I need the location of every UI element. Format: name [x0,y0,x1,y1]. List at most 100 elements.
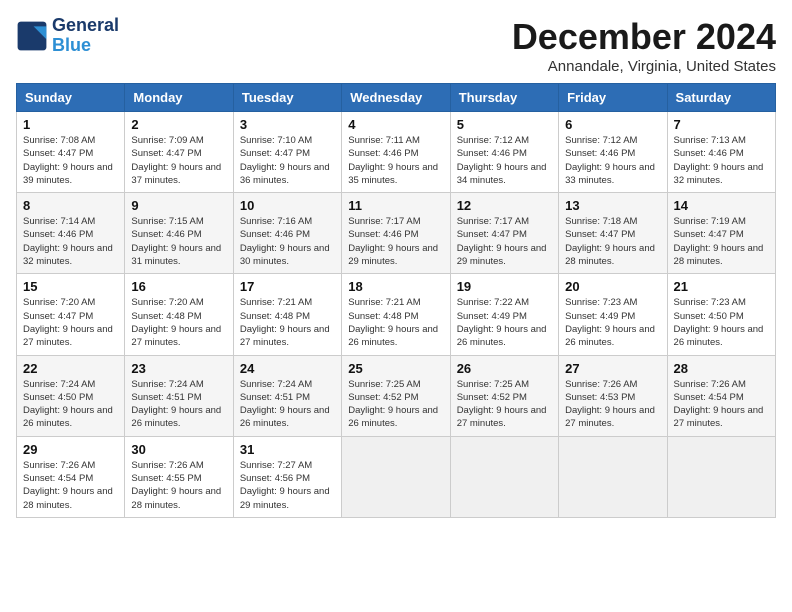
logo: General Blue [16,16,119,56]
calendar-body: 1 Sunrise: 7:08 AMSunset: 4:47 PMDaylight… [17,112,776,518]
column-header-friday: Friday [559,84,667,112]
day-number: 19 [457,279,552,294]
calendar-header-row: SundayMondayTuesdayWednesdayThursdayFrid… [17,84,776,112]
calendar-cell: 22 Sunrise: 7:24 AMSunset: 4:50 PMDayligh… [17,355,125,436]
day-info: Sunrise: 7:26 AMSunset: 4:54 PMDaylight:… [674,378,769,431]
day-number: 22 [23,361,118,376]
calendar-week-row: 1 Sunrise: 7:08 AMSunset: 4:47 PMDaylight… [17,112,776,193]
day-info: Sunrise: 7:08 AMSunset: 4:47 PMDaylight:… [23,134,118,187]
calendar-cell: 21Sunrise: 7:23 AMSunset: 4:50 PMDayligh… [667,274,775,355]
column-header-tuesday: Tuesday [233,84,341,112]
calendar-week-row: 22 Sunrise: 7:24 AMSunset: 4:50 PMDayligh… [17,355,776,436]
calendar-cell: 14 Sunrise: 7:19 AMSunset: 4:47 PMDayligh… [667,193,775,274]
day-info: Sunrise: 7:17 AMSunset: 4:47 PMDaylight:… [457,215,552,268]
calendar-cell: 24 Sunrise: 7:24 AMSunset: 4:51 PMDayligh… [233,355,341,436]
day-info: Sunrise: 7:25 AMSunset: 4:52 PMDaylight:… [457,378,552,431]
day-number: 26 [457,361,552,376]
calendar-cell: 3Sunrise: 7:10 AMSunset: 4:47 PMDaylight… [233,112,341,193]
day-info: Sunrise: 7:26 AMSunset: 4:54 PMDaylight:… [23,459,118,512]
day-info: Sunrise: 7:19 AMSunset: 4:47 PMDaylight:… [674,215,769,268]
day-number: 25 [348,361,443,376]
day-number: 17 [240,279,335,294]
day-info: Sunrise: 7:18 AMSunset: 4:47 PMDaylight:… [565,215,660,268]
day-info: Sunrise: 7:21 AMSunset: 4:48 PMDaylight:… [240,296,335,349]
column-header-monday: Monday [125,84,233,112]
day-number: 11 [348,198,443,213]
day-info: Sunrise: 7:24 AMSunset: 4:51 PMDaylight:… [240,378,335,431]
day-number: 27 [565,361,660,376]
logo-text: General Blue [52,16,119,56]
column-header-sunday: Sunday [17,84,125,112]
day-info: Sunrise: 7:14 AMSunset: 4:46 PMDaylight:… [23,215,118,268]
calendar-cell: 12 Sunrise: 7:17 AMSunset: 4:47 PMDayligh… [450,193,558,274]
column-header-thursday: Thursday [450,84,558,112]
month-title: December 2024 [512,16,776,58]
day-number: 15 [23,279,118,294]
calendar-cell: 31Sunrise: 7:27 AMSunset: 4:56 PMDayligh… [233,436,341,517]
day-number: 1 [23,117,118,132]
day-info: Sunrise: 7:20 AMSunset: 4:48 PMDaylight:… [131,296,226,349]
calendar-cell: 23 Sunrise: 7:24 AMSunset: 4:51 PMDayligh… [125,355,233,436]
calendar-cell: 11 Sunrise: 7:17 AMSunset: 4:46 PMDayligh… [342,193,450,274]
day-number: 28 [674,361,769,376]
calendar-cell: 9Sunrise: 7:15 AMSunset: 4:46 PMDaylight… [125,193,233,274]
day-info: Sunrise: 7:12 AMSunset: 4:46 PMDaylight:… [565,134,660,187]
day-number: 7 [674,117,769,132]
calendar-cell [559,436,667,517]
day-number: 14 [674,198,769,213]
day-info: Sunrise: 7:16 AMSunset: 4:46 PMDaylight:… [240,215,335,268]
calendar-cell: 4Sunrise: 7:11 AMSunset: 4:46 PMDaylight… [342,112,450,193]
day-info: Sunrise: 7:17 AMSunset: 4:46 PMDaylight:… [348,215,443,268]
day-info: Sunrise: 7:26 AMSunset: 4:53 PMDaylight:… [565,378,660,431]
day-info: Sunrise: 7:24 AMSunset: 4:50 PMDaylight:… [23,378,118,431]
calendar-cell: 20 Sunrise: 7:23 AMSunset: 4:49 PMDayligh… [559,274,667,355]
calendar-cell: 15 Sunrise: 7:20 AMSunset: 4:47 PMDayligh… [17,274,125,355]
day-number: 5 [457,117,552,132]
calendar-cell: 29 Sunrise: 7:26 AMSunset: 4:54 PMDayligh… [17,436,125,517]
calendar-cell: 28 Sunrise: 7:26 AMSunset: 4:54 PMDayligh… [667,355,775,436]
calendar-cell: 25 Sunrise: 7:25 AMSunset: 4:52 PMDayligh… [342,355,450,436]
day-info: Sunrise: 7:22 AMSunset: 4:49 PMDaylight:… [457,296,552,349]
day-info: Sunrise: 7:25 AMSunset: 4:52 PMDaylight:… [348,378,443,431]
calendar-cell: 8Sunrise: 7:14 AMSunset: 4:46 PMDaylight… [17,193,125,274]
calendar-cell: 13 Sunrise: 7:18 AMSunset: 4:47 PMDayligh… [559,193,667,274]
day-number: 23 [131,361,226,376]
day-info: Sunrise: 7:20 AMSunset: 4:47 PMDaylight:… [23,296,118,349]
day-number: 29 [23,442,118,457]
day-number: 31 [240,442,335,457]
logo-icon [16,20,48,52]
day-number: 30 [131,442,226,457]
calendar-cell: 30 Sunrise: 7:26 AMSunset: 4:55 PMDayligh… [125,436,233,517]
day-number: 21 [674,279,769,294]
day-info: Sunrise: 7:11 AMSunset: 4:46 PMDaylight:… [348,134,443,187]
day-info: Sunrise: 7:10 AMSunset: 4:47 PMDaylight:… [240,134,335,187]
day-number: 13 [565,198,660,213]
day-info: Sunrise: 7:21 AMSunset: 4:48 PMDaylight:… [348,296,443,349]
column-header-saturday: Saturday [667,84,775,112]
day-info: Sunrise: 7:23 AMSunset: 4:49 PMDaylight:… [565,296,660,349]
day-info: Sunrise: 7:24 AMSunset: 4:51 PMDaylight:… [131,378,226,431]
calendar-cell: 26 Sunrise: 7:25 AMSunset: 4:52 PMDayligh… [450,355,558,436]
calendar-cell: 7 Sunrise: 7:13 AMSunset: 4:46 PMDaylight… [667,112,775,193]
day-info: Sunrise: 7:13 AMSunset: 4:46 PMDaylight:… [674,134,769,187]
day-number: 10 [240,198,335,213]
calendar-cell: 5 Sunrise: 7:12 AMSunset: 4:46 PMDaylight… [450,112,558,193]
calendar-cell: 19 Sunrise: 7:22 AMSunset: 4:49 PMDayligh… [450,274,558,355]
day-number: 12 [457,198,552,213]
day-number: 20 [565,279,660,294]
calendar-cell: 17 Sunrise: 7:21 AMSunset: 4:48 PMDayligh… [233,274,341,355]
location: Annandale, Virginia, United States [512,58,776,75]
day-number: 24 [240,361,335,376]
calendar-cell: 1 Sunrise: 7:08 AMSunset: 4:47 PMDaylight… [17,112,125,193]
day-info: Sunrise: 7:12 AMSunset: 4:46 PMDaylight:… [457,134,552,187]
calendar-cell: 2Sunrise: 7:09 AMSunset: 4:47 PMDaylight… [125,112,233,193]
calendar-cell: 10 Sunrise: 7:16 AMSunset: 4:46 PMDayligh… [233,193,341,274]
calendar: SundayMondayTuesdayWednesdayThursdayFrid… [16,83,776,518]
day-info: Sunrise: 7:26 AMSunset: 4:55 PMDaylight:… [131,459,226,512]
day-info: Sunrise: 7:09 AMSunset: 4:47 PMDaylight:… [131,134,226,187]
calendar-cell: 18Sunrise: 7:21 AMSunset: 4:48 PMDayligh… [342,274,450,355]
day-number: 9 [131,198,226,213]
calendar-cell [667,436,775,517]
calendar-week-row: 8Sunrise: 7:14 AMSunset: 4:46 PMDaylight… [17,193,776,274]
calendar-week-row: 29 Sunrise: 7:26 AMSunset: 4:54 PMDayligh… [17,436,776,517]
